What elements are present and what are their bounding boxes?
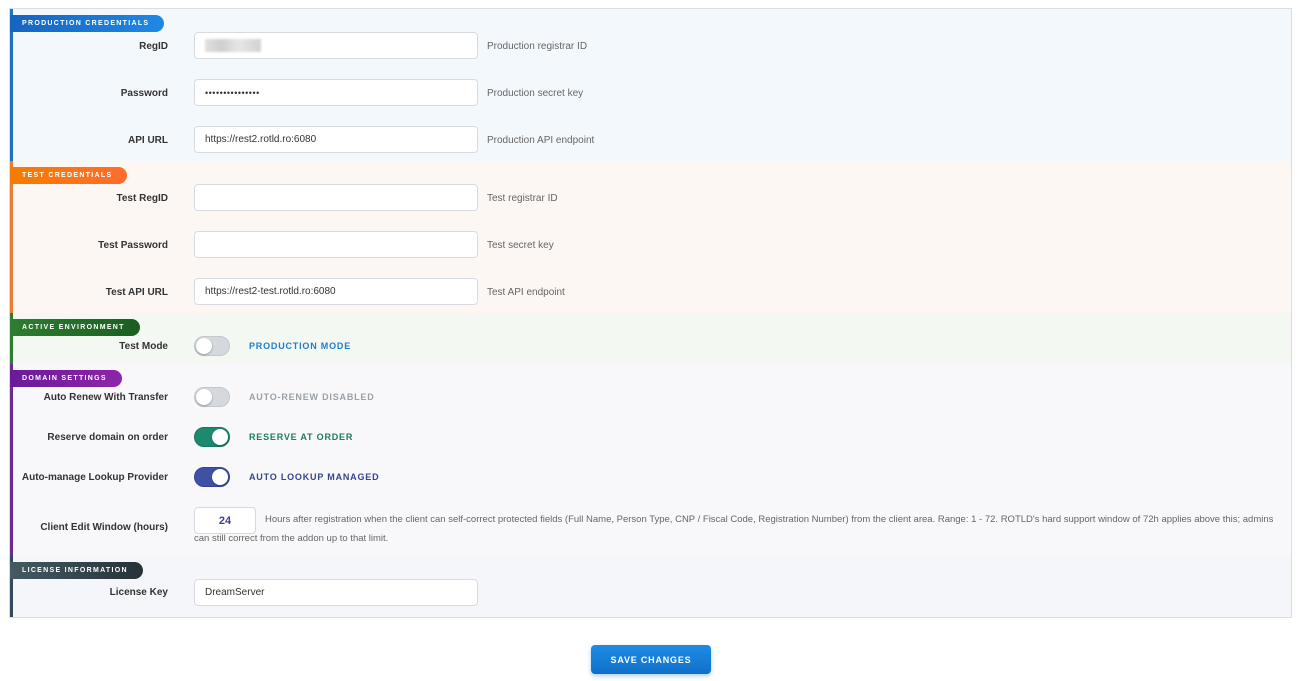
reserve-domain-label: Reserve domain on order <box>47 432 168 443</box>
license-key-label: License Key <box>109 587 168 598</box>
toggle-knob <box>212 469 228 485</box>
toggle-knob <box>212 429 228 445</box>
test-api-url-hint: Test API endpoint <box>487 287 565 298</box>
lookup-provider-state: Auto Lookup Managed <box>249 472 380 482</box>
auto-renew-state: Auto-Renew Disabled <box>249 392 375 402</box>
reserve-domain-state: Reserve at Order <box>249 432 354 442</box>
test-api-url-input[interactable] <box>194 278 478 305</box>
regid-redacted-value <box>205 39 261 52</box>
active-environment-badge: Active Environment <box>10 319 140 336</box>
client-edit-window-hint: Hours after registration when the client… <box>194 514 1274 544</box>
password-input[interactable] <box>194 79 478 106</box>
test-regid-hint: Test registrar ID <box>487 193 558 204</box>
regid-hint: Production registrar ID <box>487 41 588 52</box>
api-url-label: API URL <box>128 135 168 146</box>
domain-settings-section: Domain Settings Auto Renew With Transfer… <box>10 364 1291 556</box>
production-credentials-section: Production Credentials RegID Production … <box>10 9 1291 161</box>
test-regid-input[interactable] <box>194 184 478 211</box>
reserve-domain-toggle[interactable] <box>194 427 230 447</box>
api-url-hint: Production API endpoint <box>487 135 595 146</box>
regid-label: RegID <box>139 41 168 52</box>
lookup-provider-label: Auto-manage Lookup Provider <box>21 472 168 483</box>
lookup-provider-toggle[interactable] <box>194 467 230 487</box>
license-information-badge: License Information <box>10 562 143 579</box>
active-environment-section: Active Environment Test Mode Production … <box>10 313 1291 364</box>
production-credentials-badge: Production Credentials <box>10 15 165 32</box>
password-hint: Production secret key <box>487 88 584 99</box>
client-edit-window-label: Client Edit Window (hours) <box>40 522 168 533</box>
auto-renew-label: Auto Renew With Transfer <box>43 392 168 403</box>
test-credentials-section: Test Credentials Test RegID Test registr… <box>10 161 1291 313</box>
api-url-input[interactable] <box>194 126 478 153</box>
test-api-url-label: Test API URL <box>105 287 168 298</box>
password-label: Password <box>120 88 168 99</box>
test-credentials-badge: Test Credentials <box>10 167 128 184</box>
test-mode-toggle[interactable] <box>194 336 230 356</box>
test-password-input[interactable] <box>194 231 478 258</box>
test-password-hint: Test secret key <box>487 240 554 251</box>
toggle-knob <box>196 338 212 354</box>
toggle-knob <box>196 389 212 405</box>
license-key-input[interactable] <box>194 579 478 606</box>
domain-settings-badge: Domain Settings <box>10 370 122 387</box>
auto-renew-toggle[interactable] <box>194 387 230 407</box>
test-mode-label: Test Mode <box>119 341 168 352</box>
license-information-section: License Information License Key <box>10 556 1291 617</box>
test-mode-state: Production Mode <box>249 341 351 351</box>
test-regid-label: Test RegID <box>116 193 169 204</box>
test-password-label: Test Password <box>98 240 168 251</box>
save-changes-button[interactable]: Save Changes <box>591 645 711 674</box>
